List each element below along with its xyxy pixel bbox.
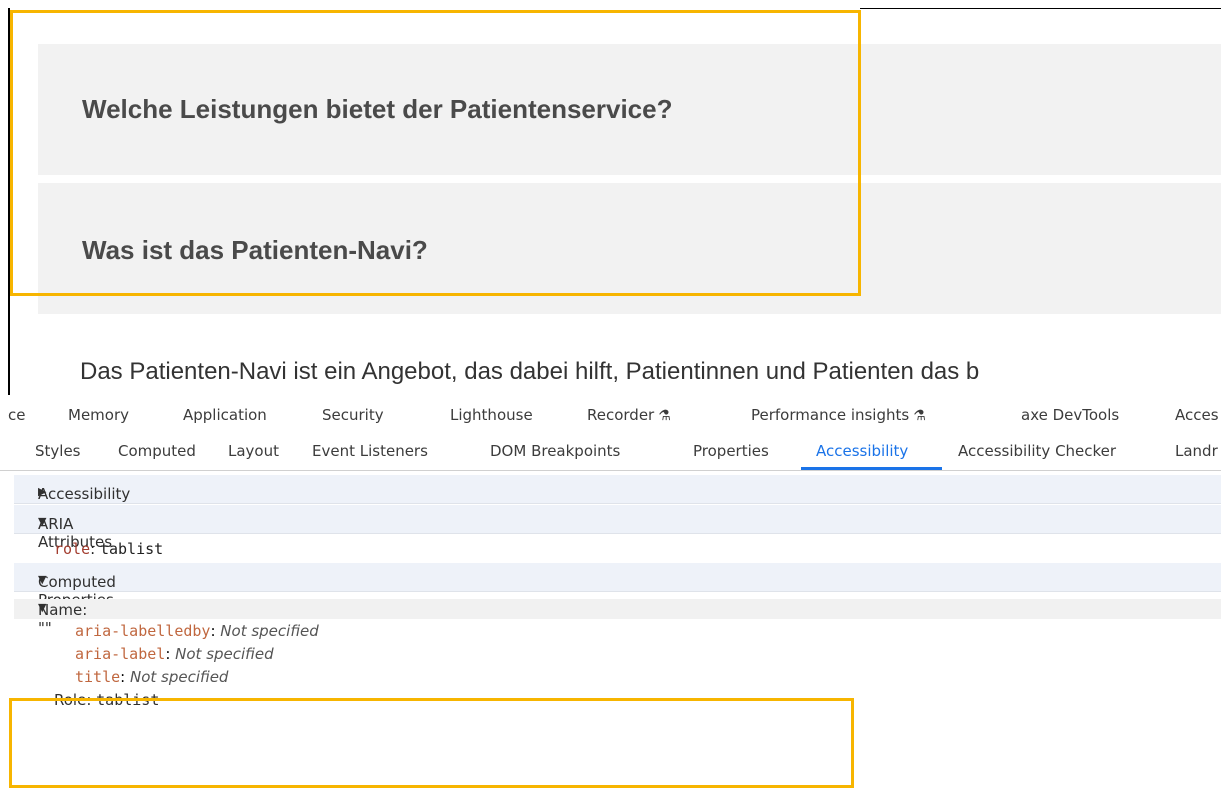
prop-separator: : xyxy=(120,668,130,686)
prop-name: aria-label xyxy=(75,645,166,663)
subtab-event-listeners[interactable]: Event Listeners xyxy=(312,442,428,460)
prop-name: title xyxy=(75,668,121,686)
devtools-panel: ce Memory Application Security Lighthous… xyxy=(0,395,1221,774)
subtab-properties[interactable]: Properties xyxy=(693,442,769,460)
tab-axe-devtools[interactable]: axe DevTools xyxy=(1021,406,1119,424)
prop-value: Not specified xyxy=(129,668,229,686)
tab-performance-insights[interactable]: Performance insights ⚗ xyxy=(751,406,926,424)
flask-icon: ⚗ xyxy=(658,408,671,424)
tab-security[interactable]: Security xyxy=(322,406,384,424)
subtab-dom-breakpoints[interactable]: DOM Breakpoints xyxy=(490,442,620,460)
elements-sidebar-tabbar: Styles Computed Layout Event Listeners D… xyxy=(0,433,1221,471)
webpage-viewport: Welche Leistungen bietet der Patientense… xyxy=(0,0,1221,395)
prop-value: Not specified xyxy=(175,645,274,663)
subtab-layout[interactable]: Layout xyxy=(228,442,279,460)
tab-performance-truncated[interactable]: ce xyxy=(8,406,25,424)
faq-item-patienten-navi[interactable]: Was ist das Patienten-Navi? xyxy=(38,183,1221,314)
prop-separator: : xyxy=(210,622,221,640)
role-value: tablist xyxy=(96,691,160,709)
subtab-accessibility-checker[interactable]: Accessibility Checker xyxy=(958,442,1116,460)
subtab-accessibility[interactable]: Accessibility xyxy=(816,442,908,460)
tab-recorder[interactable]: Recorder ⚗ xyxy=(587,406,671,424)
prop-value: Not specified xyxy=(220,622,319,640)
tab-lighthouse[interactable]: Lighthouse xyxy=(450,406,533,424)
role-label: Role xyxy=(54,691,87,709)
attr-value: tablist xyxy=(99,540,164,558)
section-accessibility-tree[interactable]: ▶Accessibility Tree xyxy=(14,475,1221,521)
section-aria-attributes[interactable]: ▼ ARIA Attributes xyxy=(14,505,1221,551)
faq-item-leistungen[interactable]: Welche Leistungen bietet der Patientense… xyxy=(38,44,1221,175)
attr-name: role xyxy=(54,540,91,558)
computed-name-row[interactable]: ▼ Name: "" xyxy=(14,599,1221,637)
tab-memory[interactable]: Memory xyxy=(68,406,129,424)
flask-icon: ⚗ xyxy=(913,408,926,424)
tab-performance-insights-label: Performance insights xyxy=(751,406,910,424)
faq-answer-paragraph: Das Patienten-Navi ist ein Angebot, das … xyxy=(80,358,980,385)
tab-recorder-label: Recorder xyxy=(587,406,655,424)
prop-name: aria-labelledby xyxy=(75,622,211,640)
subtab-landmarks-truncated[interactable]: Landr xyxy=(1175,442,1218,460)
role-separator: : xyxy=(86,691,97,709)
section-computed-properties[interactable]: ▼Computed Properties xyxy=(14,563,1221,609)
subtab-computed[interactable]: Computed xyxy=(118,442,196,460)
tab-application[interactable]: Application xyxy=(183,406,267,424)
faq-question: Welche Leistungen bietet der Patientense… xyxy=(82,94,673,124)
faq-question: Was ist das Patienten-Navi? xyxy=(82,235,428,265)
viewport-left-border xyxy=(8,8,10,395)
prop-separator: : xyxy=(165,645,176,663)
subtab-styles[interactable]: Styles xyxy=(35,442,81,460)
devtools-main-tabbar: ce Memory Application Security Lighthous… xyxy=(0,395,1221,434)
viewport-top-border xyxy=(860,8,1221,9)
attr-separator: : xyxy=(90,540,100,558)
tab-accessibility-truncated[interactable]: Acces xyxy=(1175,406,1219,424)
active-tab-indicator xyxy=(801,467,942,470)
